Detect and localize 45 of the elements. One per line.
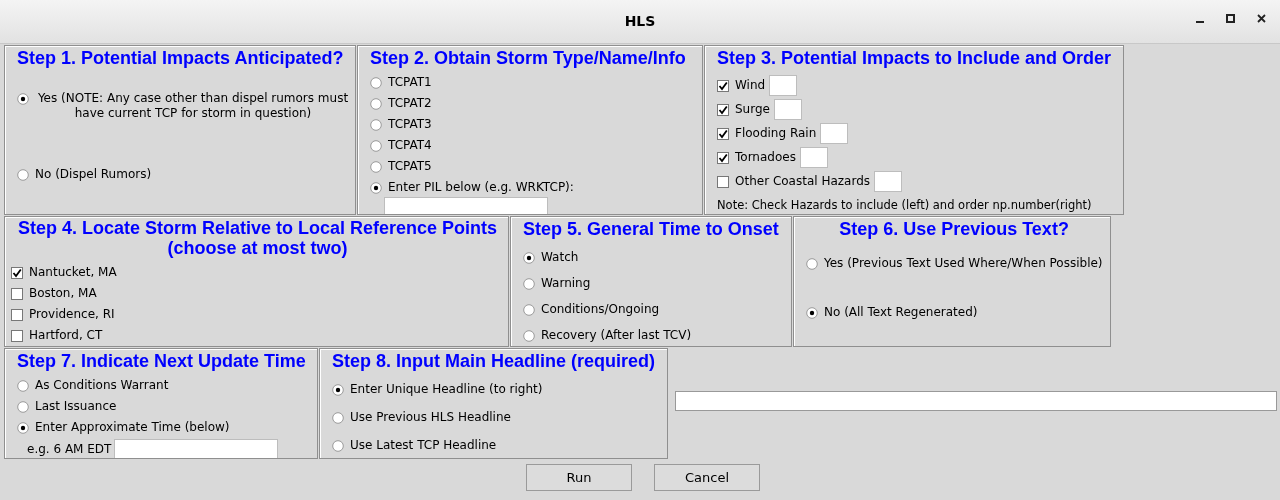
panel-title: Step 6. Use Previous Text? [838,218,1070,241]
option-label: TCPAT5 [388,159,432,174]
option-label: Boston, MA [29,286,97,301]
option-label: Nantucket, MA [29,265,117,280]
note-text: Note: Check Hazards to include (left) and order np.number(right) [717,197,1093,214]
window-title: HLS [624,12,656,31]
checkbox-option[interactable]: Tornadoes [717,150,796,165]
checkbox-option[interactable]: Nantucket, MA [11,265,117,280]
panel-title: Step 2. Obtain Storm Type/Name/Info [370,47,687,70]
checkbox-option[interactable]: Wind [717,78,766,93]
option-label: Tornadoes [735,150,796,165]
radio-option[interactable]: Watch [523,250,579,265]
option-label: Providence, RI [29,307,115,322]
option-label: Flooding Rain [735,126,817,141]
checkbox-option[interactable]: Hartford, CT [11,328,103,343]
panel-title: Step 3. Potential Impacts to Include and Order [717,47,1113,70]
radio-option[interactable]: TCPAT1 [370,75,432,90]
dialog-button[interactable]: Cancel [654,464,760,491]
panel-title: Step 8. Input Main Headline (required) [332,350,657,373]
checkbox-option[interactable]: Boston, MA [11,286,97,301]
panel-title: Step 4. Locate Storm Relative to Local Reference Points (choose at most two) [16,217,499,259]
checkbox-option[interactable]: Providence, RI [11,307,115,322]
radio-option[interactable]: Last Issuance [17,399,117,414]
checkbox-option[interactable]: Surge [717,102,770,117]
option-label: Watch [541,250,579,265]
dialog-button[interactable]: Run [526,464,632,491]
radio-option[interactable]: TCPAT4 [370,138,432,153]
panel-title: Step 1. Potential Impacts Anticipated? [17,47,345,70]
option-label: Warning [541,276,591,291]
hint-label: e.g. 6 AM EDT [27,441,112,458]
option-label: Wind [735,78,766,93]
radio-option[interactable]: Warning [523,276,591,291]
checkbox-option[interactable]: Flooding Rain [717,126,817,141]
panel-title: Step 7. Indicate Next Update Time [17,350,307,373]
option-label: TCPAT1 [388,75,432,90]
panel-title: Step 5. General Time to Onset [523,218,780,241]
option-label: TCPAT4 [388,138,432,153]
option-label: TCPAT3 [388,117,432,132]
radio-option[interactable]: TCPAT5 [370,159,432,174]
option-label: Surge [735,102,770,117]
radio-option[interactable]: TCPAT3 [370,117,432,132]
option-label: Hartford, CT [29,328,103,343]
option-label: Last Issuance [35,399,117,414]
radio-option[interactable]: TCPAT2 [370,96,432,111]
option-label: TCPAT2 [388,96,432,111]
